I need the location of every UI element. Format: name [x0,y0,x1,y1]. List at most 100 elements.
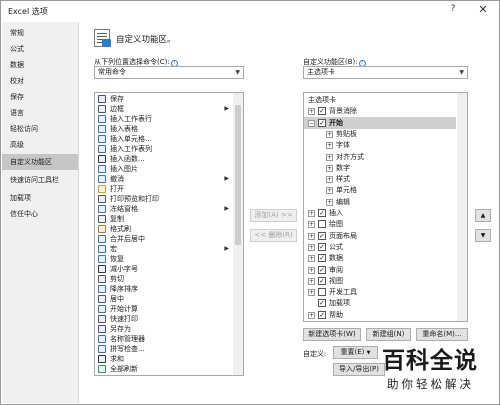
nav-item[interactable]: 校对 [2,73,78,89]
ribbon-group-item[interactable]: + 单元格 [304,184,456,196]
ribbon-tab-item[interactable]: + ✓ 公式 [304,241,456,253]
remove-button[interactable]: << 删除(R) [250,229,297,242]
expand-icon[interactable]: + [308,266,315,274]
expand-icon[interactable]: + [326,130,333,138]
tab-checkbox[interactable]: ✓ [318,276,326,285]
expand-icon[interactable]: + [308,221,315,229]
expand-icon[interactable]: + [308,255,315,263]
command-item[interactable]: 开始计算 [95,304,233,314]
expand-icon[interactable]: + [308,243,315,251]
command-item[interactable]: 打开 [95,184,233,194]
nav-item[interactable]: 常规 [2,25,78,41]
expand-icon[interactable]: + [326,153,333,161]
reset-dropdown[interactable]: 重置(E) ▼ [333,346,378,359]
ribbon-tab-item[interactable]: + ✓ 背景消除 [304,105,456,117]
ribbon-tab-item[interactable]: + ✓ 插入 [304,207,456,219]
tab-checkbox[interactable]: ✓ [318,254,326,263]
nav-item[interactable]: 快速访问工具栏 [2,172,78,188]
help-button[interactable]: ? [445,4,461,18]
ribbon-tab-item[interactable]: + ✓ 帮助 [304,309,456,321]
expand-icon[interactable]: + [326,176,333,184]
command-item[interactable]: 快速打印 [95,314,233,324]
ribbon-group-item[interactable]: + 样式 [304,173,456,185]
command-item[interactable]: 复制 [95,214,233,224]
expand-icon[interactable]: + [308,311,315,319]
ribbon-group-item[interactable]: + 对齐方式 [304,151,456,163]
nav-item[interactable]: 公式 [2,41,78,57]
command-item[interactable]: 保存 [95,94,233,104]
tab-checkbox[interactable] [318,220,326,229]
ribbon-tab-item[interactable]: − ✓ 开始 [304,116,456,129]
tab-checkbox[interactable]: ✓ [318,118,326,127]
command-item[interactable]: 插入表格 [95,124,233,134]
ribbon-group-item[interactable]: + 字体 [304,139,456,151]
new-group-button[interactable]: 新建组(N) [366,328,411,341]
commands-list[interactable]: 保存 边框 ▶ 插入工作表行 插入表格 插入单元格... 插入工作表列 插入函数... 插入图片… [94,92,244,376]
expand-icon[interactable]: + [308,210,315,217]
new-tab-button[interactable]: 新建选项卡(W) [303,328,361,341]
expand-icon[interactable]: + [326,142,333,150]
ribbon-tab-item[interactable]: ✓ 加载项 [304,297,456,309]
expand-icon[interactable]: + [308,232,315,240]
move-down-button[interactable]: ▼ [475,229,491,242]
command-item[interactable]: 边框 ▶ [95,104,233,114]
command-item[interactable]: 剪切 [95,274,233,284]
command-item[interactable]: 插入工作表列 [95,144,233,154]
ribbon-tab-item[interactable]: + 绘图 [304,218,456,230]
commands-scrollbar[interactable] [233,93,243,375]
ribbon-tab-item[interactable]: + 开发工具 [304,286,456,298]
ribbon-tab-item[interactable]: + ✓ 视图 [304,275,456,287]
command-item[interactable]: 居中 [95,294,233,304]
tab-checkbox[interactable] [318,288,326,297]
command-item[interactable]: 拼写检查... [95,344,233,354]
ribbon-tree[interactable]: 主选项卡 + ✓ 背景消除 − ✓ 开始 + 剪贴板 + 字体 + 对齐方式 + 数字 + 样式 + 单元格 + 编辑 +… [303,92,468,322]
command-item[interactable]: 插入函数... [95,154,233,164]
ribbon-tab-item[interactable]: + ✓ 页面布局 [304,230,456,242]
command-item[interactable]: 打印预览和打印 [95,194,233,204]
tab-checkbox[interactable]: ✓ [318,299,326,308]
add-button[interactable]: 添加(A) >> [250,209,297,222]
command-item[interactable]: 降序排序 [95,284,233,294]
nav-item[interactable]: 语言 [2,105,78,121]
command-item[interactable]: 合并后居中 [95,234,233,244]
ribbon-group-item[interactable]: + 剪贴板 [304,128,456,140]
command-item[interactable]: 求和 [95,354,233,364]
command-item[interactable]: 减小字号 [95,264,233,274]
nav-item[interactable]: 高级 [2,137,78,153]
command-item[interactable]: 冻结窗格 ▶ [95,204,233,214]
command-item[interactable]: 插入工作表行 [95,114,233,124]
expand-icon[interactable]: + [308,108,315,116]
tree-scrollbar[interactable] [457,93,467,321]
command-item[interactable]: 插入图片 [95,164,233,174]
ribbon-tabs-dropdown[interactable]: 主选项卡 ▼ [303,66,468,79]
tab-checkbox[interactable]: ✓ [318,242,326,251]
tab-checkbox[interactable]: ✓ [318,107,326,116]
nav-item[interactable]: 信任中心 [2,206,78,222]
command-item[interactable]: 恢复 [95,254,233,264]
ribbon-group-item[interactable]: + 数字 [304,162,456,174]
tab-checkbox[interactable]: ✓ [318,265,326,274]
expand-icon[interactable]: + [326,198,333,206]
tab-checkbox[interactable]: ✓ [318,209,326,217]
command-item[interactable]: 名称管理器 [95,334,233,344]
move-up-button[interactable]: ▲ [475,209,491,222]
rename-button[interactable]: 重命名(M)... [416,328,468,341]
expand-icon[interactable]: + [326,164,333,172]
ribbon-group-item[interactable]: + 编辑 [304,196,456,208]
command-item[interactable]: 格式刷 [95,224,233,234]
command-item[interactable]: 撤消 ▶ [95,174,233,184]
nav-item[interactable]: 轻松访问 [2,121,78,137]
close-button[interactable]: ✕ [473,3,493,18]
nav-item[interactable]: 加载项 [2,190,78,206]
command-item[interactable]: 另存为 [95,324,233,334]
tab-checkbox[interactable]: ✓ [318,310,326,319]
expand-icon[interactable]: + [308,277,315,285]
expand-icon[interactable]: + [308,289,315,297]
nav-item[interactable]: 自定义功能区 [2,154,78,170]
expand-icon[interactable]: + [326,187,333,195]
commands-scroll-thumb[interactable] [235,105,241,245]
tab-checkbox[interactable]: ✓ [318,231,326,240]
nav-item[interactable]: 数据 [2,57,78,73]
command-item[interactable]: 宏 ▶ [95,244,233,254]
collapse-icon[interactable]: − [308,119,315,127]
